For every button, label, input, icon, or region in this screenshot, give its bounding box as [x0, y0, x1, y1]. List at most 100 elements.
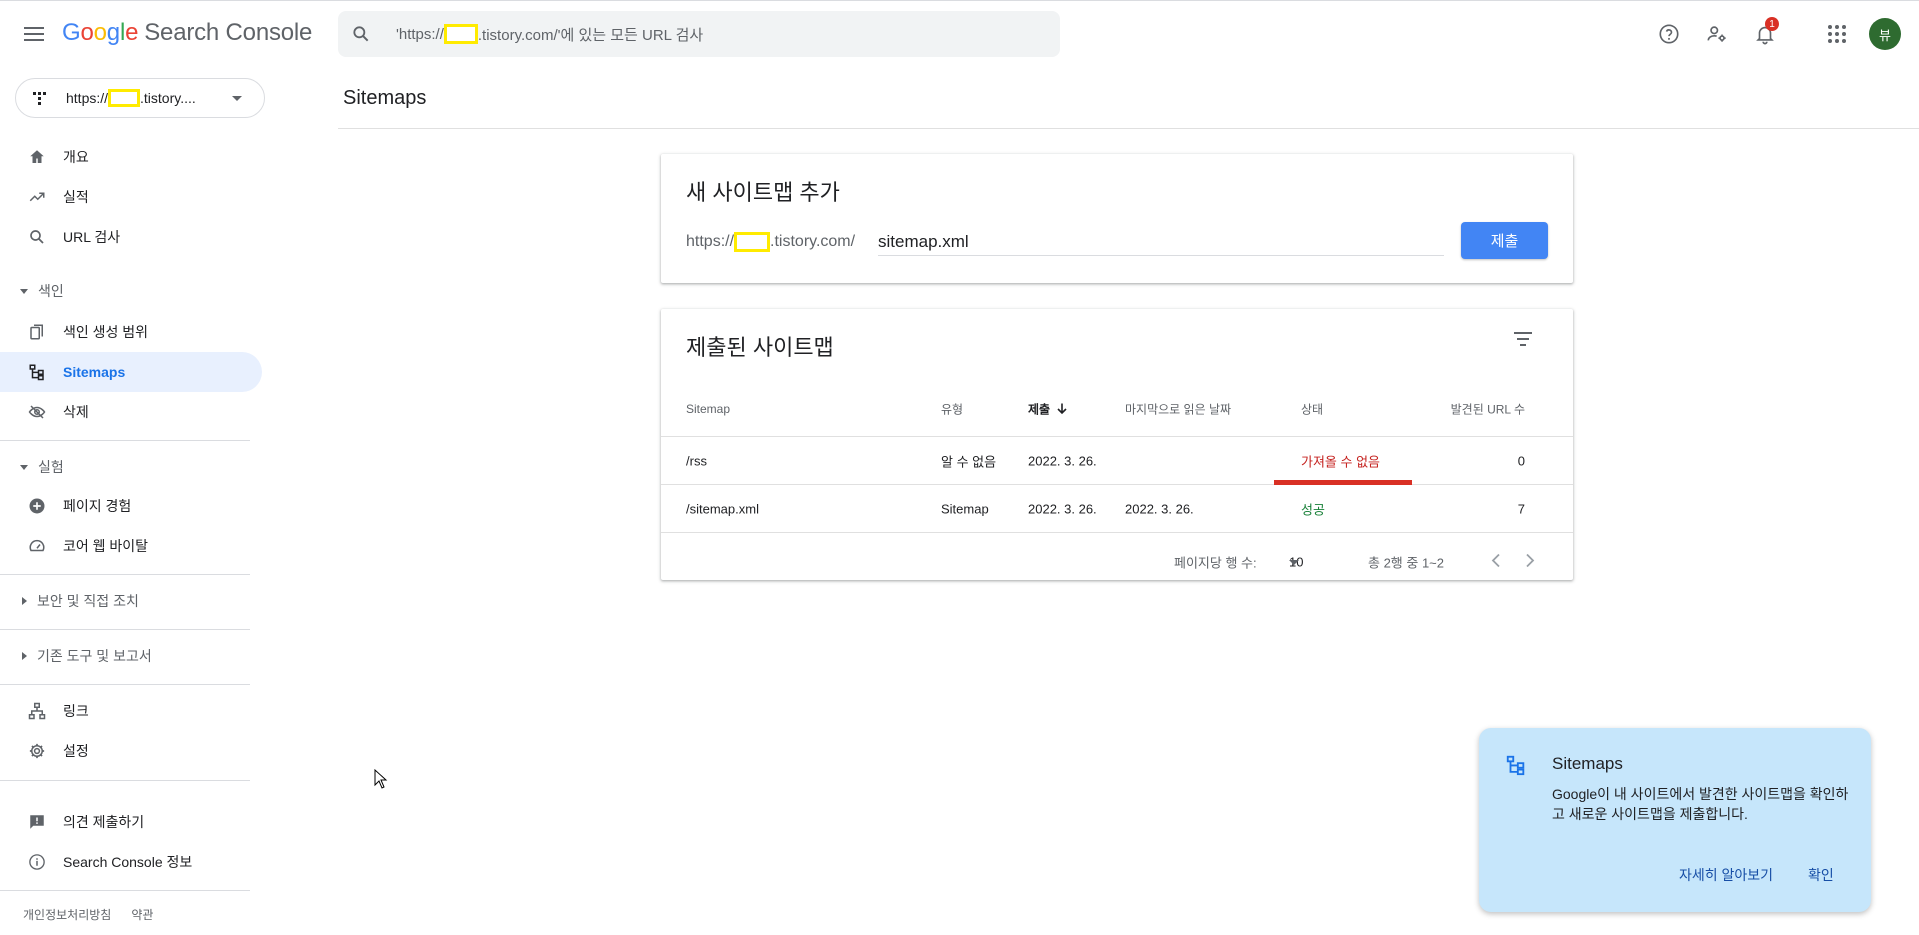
sidebar-item-core-web-vitals[interactable]: 코어 웹 바이탈 — [0, 526, 262, 566]
col-last-read[interactable]: 마지막으로 읽은 날짜 — [1125, 400, 1231, 417]
privacy-link[interactable]: 개인정보처리방침 — [23, 906, 111, 923]
sidebar-item-settings[interactable]: 설정 — [0, 731, 262, 771]
sidebar-divider — [0, 780, 250, 781]
table-pagination: 페이지당 행 수: 10 총 2행 중 1~2 — [661, 533, 1573, 591]
col-type[interactable]: 유형 — [941, 400, 963, 417]
section-label: 색인 — [38, 283, 64, 299]
sidebar-item-performance[interactable]: 실적 — [0, 177, 262, 217]
help-button[interactable] — [1645, 13, 1693, 55]
caret-down-icon — [20, 464, 28, 470]
page-title: Sitemaps — [343, 87, 427, 109]
section-legacy-tools[interactable]: 기존 도구 및 보고서 — [0, 641, 250, 671]
add-sitemap-card: 새 사이트맵 추가 https:// .tistory.com/ 제출 — [661, 154, 1573, 283]
sidebar-item-label: 설정 — [63, 743, 89, 759]
sitemap-icon — [28, 363, 46, 381]
learn-more-button[interactable]: 자세히 알아보기 — [1679, 865, 1773, 885]
sidebar-footer: 개인정보처리방침 약관 — [23, 906, 153, 923]
sitemap-url-input[interactable] — [878, 228, 1444, 256]
sidebar-divider — [0, 574, 250, 575]
cell-status-error: 가져올 수 없음 — [1301, 454, 1380, 469]
rows-per-page-select[interactable]: 10 — [1289, 555, 1303, 570]
section-experience[interactable]: 실험 — [0, 452, 250, 482]
section-label: 기존 도구 및 보고서 — [37, 648, 152, 664]
info-icon — [28, 853, 46, 871]
search-input[interactable]: 'https:// .tistory.com/'에 있는 모든 URL 검사 — [384, 24, 1060, 45]
submitted-sitemaps-card: 제출된 사이트맵 Sitemap 유형 제출 마지막으로 읽은 날짜 상태 발견… — [661, 309, 1573, 580]
search-placeholder-post: .tistory.com/'에 있는 모든 URL 검사 — [477, 26, 704, 44]
table-header: Sitemap 유형 제출 마지막으로 읽은 날짜 상태 발견된 URL 수 — [661, 381, 1573, 437]
col-discovered-urls[interactable]: 발견된 URL 수 — [1451, 400, 1525, 417]
ok-button[interactable]: 확인 — [1808, 865, 1834, 885]
sidebar-item-removals[interactable]: 삭제 — [0, 392, 262, 432]
section-security[interactable]: 보안 및 직접 조치 — [0, 586, 250, 616]
cell-submitted: 2022. 3. 26. — [1028, 501, 1097, 516]
arrow-down-icon — [1057, 403, 1067, 415]
sitemap-icon — [1506, 755, 1525, 776]
cell-sitemap: /rss — [686, 453, 707, 468]
sidebar-item-feedback[interactable]: 의견 제출하기 — [0, 802, 262, 842]
links-tree-icon — [28, 702, 46, 720]
top-actions: 1 뷰 — [1645, 13, 1919, 55]
property-url-pre: https:// — [66, 90, 109, 106]
search-icon — [338, 11, 384, 57]
caret-right-icon — [22, 652, 27, 660]
table-row[interactable]: /rss 알 수 없음 2022. 3. 26. 가져올 수 없음 0 — [661, 437, 1573, 485]
site-favicon-icon — [30, 89, 48, 107]
notifications-button[interactable]: 1 — [1741, 13, 1789, 55]
add-sitemap-title: 새 사이트맵 추가 — [686, 180, 840, 205]
account-avatar[interactable]: 뷰 — [1869, 18, 1901, 50]
property-url: https:// .tistory.... — [66, 89, 196, 107]
sidebar-item-page-experience[interactable]: 페이지 경험 — [0, 486, 262, 526]
sidebar-item-links[interactable]: 링크 — [0, 691, 262, 731]
sidebar-item-about[interactable]: Search Console 정보 — [0, 842, 262, 882]
col-submitted[interactable]: 제출 — [1028, 400, 1068, 417]
redaction-box — [734, 232, 771, 252]
section-label: 보안 및 직접 조치 — [37, 593, 139, 609]
sidebar-item-url-inspection[interactable]: URL 검사 — [0, 217, 262, 257]
sidebar-item-label: 코어 웹 바이탈 — [63, 538, 149, 554]
popup-title: Sitemaps — [1552, 754, 1623, 773]
search-console-logo[interactable]: Google Search Console — [62, 19, 312, 47]
table-row[interactable]: /sitemap.xml Sitemap 2022. 3. 26. 2022. … — [661, 485, 1573, 533]
search-placeholder-pre: 'https:// — [396, 25, 444, 43]
cell-sitemap: /sitemap.xml — [686, 501, 759, 516]
chevron-down-icon — [232, 96, 242, 101]
property-selector[interactable]: https:// .tistory.... — [15, 78, 265, 118]
sidebar-divider — [0, 629, 250, 630]
sidebar-item-overview[interactable]: 개요 — [0, 137, 262, 177]
sidebar-item-label: Search Console 정보 — [63, 854, 193, 870]
feedback-icon — [28, 813, 46, 831]
notification-badge: 1 — [1765, 17, 1779, 31]
caret-right-icon — [22, 597, 27, 605]
col-status[interactable]: 상태 — [1301, 400, 1323, 417]
property-url-post: .tistory.... — [140, 90, 196, 106]
terms-link[interactable]: 약관 — [131, 906, 153, 923]
submit-sitemap-button[interactable]: 제출 — [1461, 222, 1548, 259]
prev-page-button[interactable] — [1491, 553, 1501, 571]
prefix-pre: https:// — [686, 233, 735, 250]
speed-gauge-icon — [28, 537, 46, 555]
sidebar-item-label: 의견 제출하기 — [63, 814, 145, 830]
cell-type: 알 수 없음 — [941, 454, 997, 469]
section-index[interactable]: 색인 — [0, 276, 250, 306]
col-sitemap[interactable]: Sitemap — [686, 402, 730, 416]
sidebar-item-label: 링크 — [63, 703, 89, 719]
caret-down-icon — [20, 288, 28, 294]
visibility-off-icon — [28, 403, 46, 421]
url-inspection-search[interactable]: 'https:// .tistory.com/'에 있는 모든 URL 검사 — [338, 11, 1060, 57]
main-menu-button[interactable] — [20, 21, 48, 47]
logo-google-text: Google — [62, 19, 139, 46]
submitted-sitemaps-title: 제출된 사이트맵 — [686, 335, 834, 360]
rows-per-page-label: 페이지당 행 수: — [1174, 555, 1257, 571]
apps-button[interactable] — [1813, 13, 1861, 55]
logo-product-text: Search Console — [144, 19, 313, 46]
next-page-button[interactable] — [1525, 553, 1535, 571]
cell-discovered: 7 — [1517, 501, 1525, 516]
account-settings-button[interactable] — [1693, 13, 1741, 55]
mouse-cursor-icon — [374, 769, 388, 789]
sidebar-item-sitemaps[interactable]: Sitemaps — [0, 352, 262, 392]
filter-icon[interactable] — [1511, 327, 1535, 351]
sidebar-item-coverage[interactable]: 색인 생성 범위 — [0, 312, 262, 352]
search-icon — [28, 228, 46, 246]
cell-status-success: 성공 — [1301, 502, 1325, 517]
